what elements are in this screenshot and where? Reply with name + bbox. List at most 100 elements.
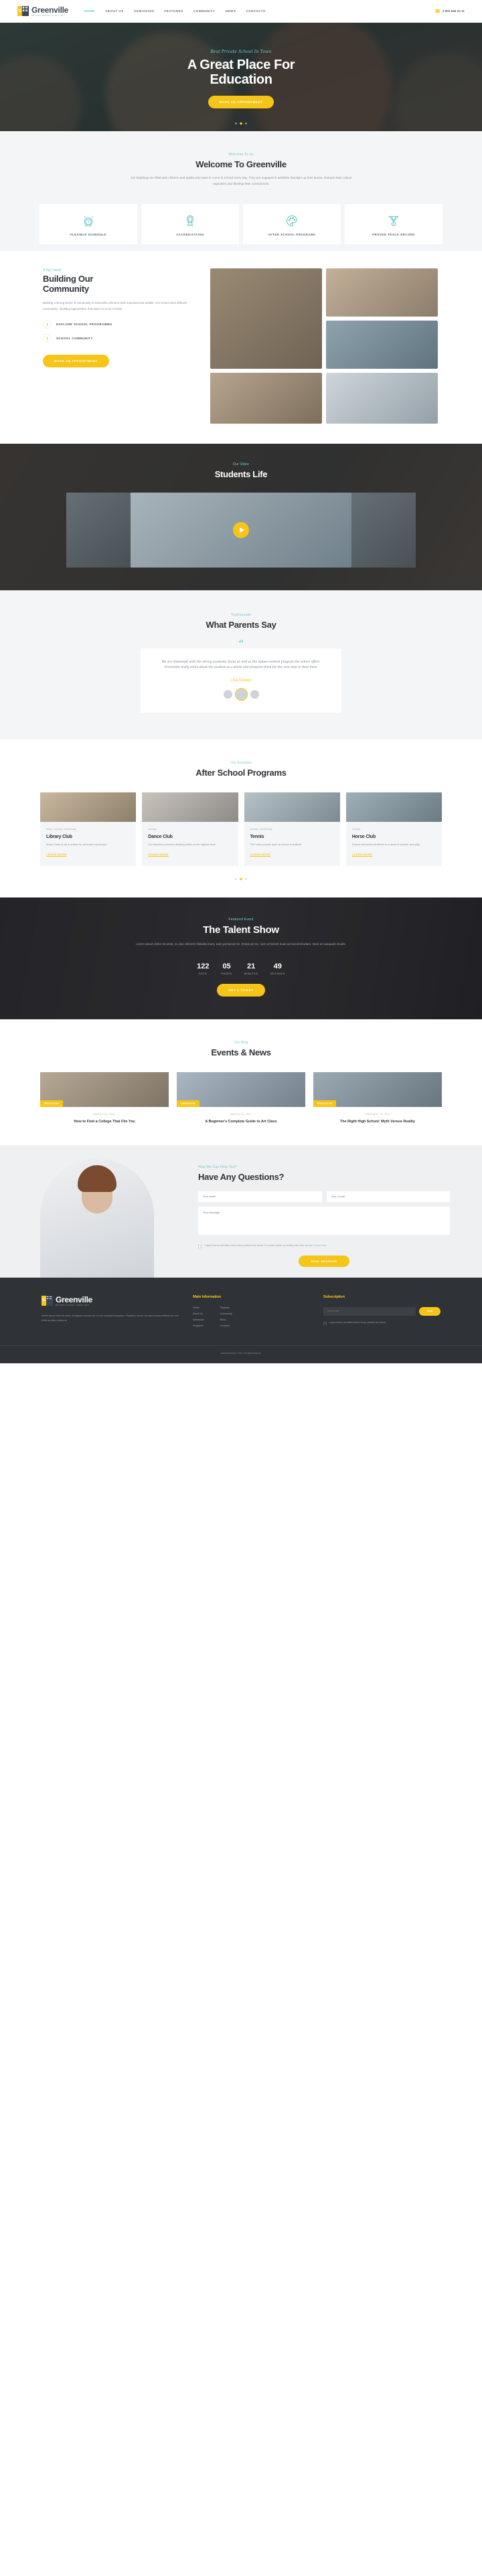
countdown-value: 05 <box>222 962 231 971</box>
blog-row: EDUCATION MARCH 13, 2017 How to Find a C… <box>40 1072 442 1125</box>
program-card-library-club[interactable]: friday / monday / wednesday Library Club… <box>40 792 137 866</box>
play-icon[interactable] <box>233 522 249 539</box>
program-learn-more-link[interactable]: LEARN MORE <box>250 853 271 856</box>
consent-row[interactable]: I agree that my submitted data is being … <box>198 1244 450 1248</box>
program-learn-more-link[interactable]: LEARN MORE <box>148 853 169 856</box>
blog-card-3[interactable]: EDUCATION FEBRUARY 19, 2017 The Right Hi… <box>313 1072 442 1125</box>
footer-logo[interactable]: G Greenville PRIVATE SCHOOL SINCE 1975 <box>42 1295 179 1306</box>
program-meta: monday / wednesday <box>250 828 272 831</box>
community-link-school-community[interactable]: ❯ SCHOOL COMMUNITY <box>43 334 201 343</box>
blog-card-2[interactable]: ADMISSION MARCH 13, 2017 A Beginner's Co… <box>177 1072 305 1125</box>
blog-post-title[interactable]: The Right High School: Myth Versus Reali… <box>313 1119 442 1125</box>
community-photo-1[interactable] <box>210 268 322 369</box>
subscribe-email-input[interactable] <box>323 1306 416 1316</box>
subscribe-button[interactable]: Send <box>418 1306 440 1316</box>
welcome-title: Welcome To Greenville <box>195 159 287 169</box>
feature-card-proven-track-record[interactable]: PROVEN TRACK RECORD <box>345 204 443 245</box>
nav-item-community[interactable]: COMMUNITY <box>193 9 216 13</box>
avatar-active[interactable] <box>234 688 248 701</box>
blog-card-1[interactable]: EDUCATION MARCH 13, 2017 How to Find a C… <box>40 1072 169 1125</box>
talent-lead: Lorem ipsum dolor sit amet, cu duo dolor… <box>136 942 346 946</box>
privacy-policy-link[interactable]: Privacy Policy <box>313 1244 327 1247</box>
community-photo-2[interactable] <box>326 268 438 317</box>
community-cta-button[interactable]: MAKE AN APPOINTMENT <box>43 355 109 368</box>
talent-cta-button[interactable]: GET A TICKET <box>217 984 265 997</box>
video-thumb-right[interactable] <box>351 493 416 568</box>
welcome-feature-row: FLEXIBLE SCHEDULE ACCREDITATION AFTER SC… <box>0 204 482 251</box>
community-link-label: SCHOOL COMMUNITY <box>56 337 93 341</box>
avatar[interactable] <box>223 690 232 699</box>
countdown-days: 122 DAYS <box>197 962 209 975</box>
nav-item-about-us[interactable]: ABOUT US <box>105 9 124 13</box>
hero-dot-3[interactable] <box>244 122 248 124</box>
footer-link[interactable]: Contacts <box>220 1324 232 1327</box>
programs-dot-2[interactable] <box>240 877 242 881</box>
community-photo-5[interactable] <box>326 373 438 424</box>
consent-text-body: I agree that my submitted data is being … <box>205 1243 313 1247</box>
blog-image: EDUCATION <box>313 1072 442 1108</box>
footer-link[interactable]: News <box>220 1318 232 1321</box>
hero-dot-1[interactable] <box>234 122 238 124</box>
footer-link[interactable]: About Us <box>193 1312 204 1315</box>
header-phone[interactable]: ☎ 0 800 555 22 11 <box>434 9 465 14</box>
alarm-clock-icon <box>44 213 133 228</box>
phone-number: 0 800 555 22 11 <box>443 9 465 13</box>
footer-link[interactable]: Features <box>220 1306 232 1309</box>
consent-checkbox[interactable] <box>198 1244 202 1248</box>
footer-about-text: Lorem ipsum dolor sit amet, at aliquam d… <box>42 1314 179 1322</box>
footer-link[interactable]: Admission <box>193 1318 204 1321</box>
footer-logo-text: Greenville <box>56 1294 93 1304</box>
program-name: Dance Club <box>148 834 173 839</box>
programs-dot-3[interactable] <box>244 877 248 881</box>
program-card-horse-club[interactable]: monday Horse Club Drama introduces stude… <box>345 792 442 866</box>
nav-item-features[interactable]: FEATURES <box>164 9 183 13</box>
page-root: G Greenville PRIVATE SCHOOL SINCE 1975 H… <box>0 0 482 1363</box>
students-life-section: Our Video Students Life <box>0 444 482 591</box>
nav-item-contacts[interactable]: CONTACTS <box>246 9 265 13</box>
subscribe-consent-row[interactable]: I agree that my submitted data is being … <box>323 1321 440 1325</box>
programs-dot-1[interactable] <box>234 877 238 881</box>
footer-link[interactable]: Programs <box>193 1324 204 1327</box>
testimonials-section: Testimonials What Parents Say “ We are i… <box>0 590 482 740</box>
nav-item-news[interactable]: NEWS <box>226 9 236 13</box>
hero-cta-button[interactable]: MAKE AN APPOINTMENT <box>208 96 274 109</box>
community-link-programs[interactable]: ❯ EXPLORE SCHOOL PROGRAMMS <box>43 320 201 329</box>
name-field[interactable] <box>198 1191 322 1202</box>
feature-card-flexible-schedule[interactable]: FLEXIBLE SCHEDULE <box>39 204 137 245</box>
blog-post-title[interactable]: How to Find a College That Fits You <box>40 1119 169 1125</box>
nav-item-home[interactable]: HOME <box>84 9 95 13</box>
nav-item-admission[interactable]: ADMISSION <box>134 9 155 13</box>
program-learn-more-link[interactable]: LEARN MORE <box>352 853 373 856</box>
program-learn-more-link[interactable]: LEARN MORE <box>46 853 67 856</box>
programs-slider-dots[interactable] <box>0 877 482 881</box>
footer-link[interactable]: Community <box>220 1312 232 1315</box>
community-eyebrow: A Big Family <box>43 268 62 273</box>
community-gallery <box>210 268 438 424</box>
subscribe-consent-checkbox[interactable] <box>323 1321 327 1325</box>
send-message-button[interactable]: SEND MESSAGE <box>299 1255 349 1267</box>
video-thumb-left[interactable] <box>66 493 131 568</box>
message-field[interactable] <box>198 1206 450 1235</box>
community-photo-3[interactable] <box>326 321 438 369</box>
feature-card-after-school-programs[interactable]: AFTER SCHOOL PROGRAMS <box>243 204 341 245</box>
hero-dot-2[interactable] <box>240 122 242 124</box>
hero-slider-dots[interactable] <box>0 122 482 124</box>
footer-links: Home About Us Admission Programs Feature… <box>193 1306 310 1330</box>
email-field[interactable] <box>326 1191 450 1202</box>
community-photo-4[interactable] <box>210 373 322 424</box>
award-ribbon-icon <box>145 213 235 228</box>
logo-letter: G <box>17 6 22 16</box>
avatar[interactable] <box>250 690 259 699</box>
footer-links-col1: Home About Us Admission Programs <box>193 1306 204 1330</box>
video-player[interactable] <box>131 493 351 568</box>
footer-links-col2: Features Community News Contacts <box>220 1306 232 1330</box>
blog-badge: EDUCATION <box>40 1100 64 1108</box>
program-card-tennis[interactable]: monday / wednesday Tennis The most popul… <box>244 792 340 866</box>
countdown-minutes: 21 MINUTES <box>244 962 258 975</box>
site-logo[interactable]: G Greenville PRIVATE SCHOOL SINCE 1975 <box>17 5 68 17</box>
blog-post-title[interactable]: A Beginner's Complete Guide to Art Class <box>177 1119 305 1125</box>
footer-link[interactable]: Home <box>193 1306 204 1309</box>
feature-card-accreditation[interactable]: ACCREDITATION <box>141 204 239 245</box>
program-card-dance-club[interactable]: monday Dance Club Our teachers provides … <box>142 792 238 866</box>
quote-icon: “ <box>238 638 244 651</box>
